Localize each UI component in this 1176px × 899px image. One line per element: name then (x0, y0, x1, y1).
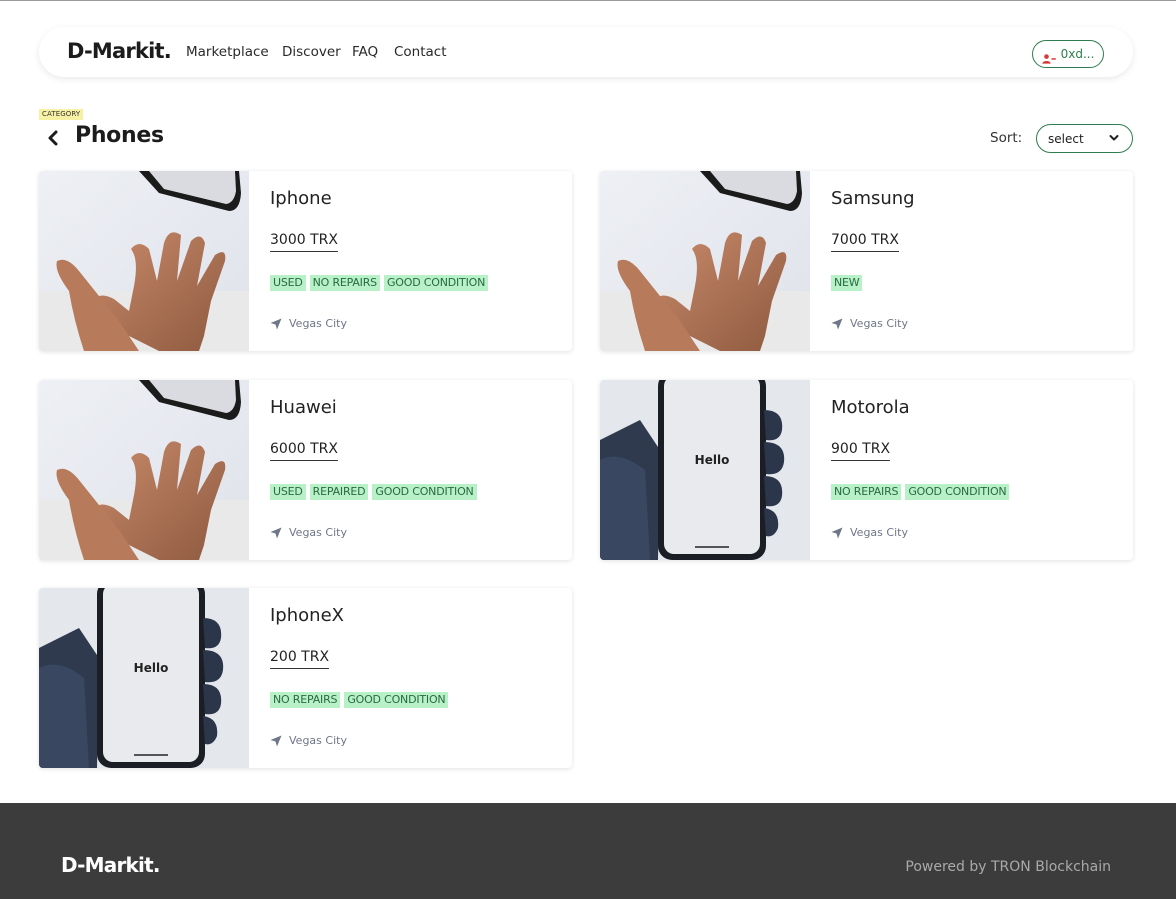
product-title[interactable]: Motorola (831, 397, 910, 418)
condition-tag: GOOD CONDITION (383, 275, 489, 291)
product-location: Vegas City (831, 526, 908, 539)
open-hand-photo (39, 171, 249, 351)
chevron-left-icon (48, 130, 58, 146)
product-tags: NEW (831, 275, 863, 291)
product-title[interactable]: Iphone (270, 188, 332, 209)
product-card[interactable]: Huawei 6000 TRX USED REPAIRED GOOD CONDITION… (39, 380, 572, 560)
condition-tag: NEW (831, 275, 863, 291)
account-address: 0xd... (1060, 47, 1095, 61)
phone-screen-text: Hello (695, 453, 730, 467)
location-text: Vegas City (289, 526, 347, 539)
open-hand-photo (39, 380, 249, 560)
location-arrow-icon (270, 735, 282, 746)
phone-in-hand-photo: Hello (39, 588, 249, 768)
product-price: 7000 TRX (831, 232, 899, 252)
condition-tag: USED (270, 484, 306, 500)
sort-selected-value: select (1048, 131, 1084, 146)
location-text: Vegas City (289, 734, 347, 747)
condition-tag: NO REPAIRS (309, 275, 380, 291)
condition-tag: NO REPAIRS (831, 484, 902, 500)
category-tag: CATEGORY (39, 109, 84, 120)
product-tags: USED NO REPAIRS GOOD CONDITION (270, 275, 489, 291)
location-arrow-icon (831, 318, 843, 329)
nav-link-contact[interactable]: Contact (394, 44, 447, 60)
product-card[interactable]: Iphone 3000 TRX USED NO REPAIRS GOOD CONDITI… (39, 171, 572, 351)
product-image[interactable] (39, 380, 249, 560)
footer-brand-logo[interactable]: D-Markit. (61, 853, 160, 877)
product-location: Vegas City (270, 526, 347, 539)
product-title[interactable]: Samsung (831, 188, 915, 209)
location-text: Vegas City (850, 526, 908, 539)
product-price: 900 TRX (831, 441, 891, 461)
product-card[interactable]: Hello IphoneX 200 TRX NO REPAIRS GOOD CONDIT… (39, 588, 572, 768)
product-card[interactable]: Samsung 7000 TRX NEW Vegas City (600, 171, 1133, 351)
location-text: Vegas City (850, 317, 908, 330)
product-tags: NO REPAIRS GOOD CONDITION (831, 484, 1010, 500)
product-image[interactable]: Hello (600, 380, 810, 560)
nav-link-discover[interactable]: Discover (282, 44, 341, 60)
product-price: 6000 TRX (270, 441, 338, 461)
product-title[interactable]: IphoneX (270, 605, 344, 626)
sort-label: Sort: (990, 130, 1023, 146)
open-hand-photo (600, 171, 810, 351)
phone-in-hand-photo: Hello (600, 380, 810, 560)
nav-link-marketplace[interactable]: Marketplace (186, 44, 269, 60)
product-location: Vegas City (831, 317, 908, 330)
product-title[interactable]: Huawei (270, 397, 337, 418)
back-button[interactable] (46, 129, 60, 147)
footer: D-Markit. Powered by TRON Blockchain (0, 803, 1176, 899)
brand-logo[interactable]: D-Markit. (67, 39, 172, 63)
page-title: Phones (75, 123, 164, 148)
product-price: 200 TRX (270, 649, 330, 669)
condition-tag: USED (270, 275, 306, 291)
footer-credit: Powered by TRON Blockchain (905, 859, 1111, 875)
product-image[interactable] (600, 171, 810, 351)
sort-select[interactable]: select (1036, 124, 1133, 153)
location-arrow-icon (270, 527, 282, 538)
product-image[interactable] (39, 171, 249, 351)
condition-tag: GOOD CONDITION (372, 484, 477, 500)
product-image[interactable]: Hello (39, 588, 249, 768)
product-price: 3000 TRX (270, 232, 338, 252)
condition-tag: REPAIRED (309, 484, 369, 500)
phone-screen-text: Hello (134, 661, 169, 675)
location-arrow-icon (831, 527, 843, 538)
condition-tag: GOOD CONDITION (905, 484, 1010, 500)
product-card[interactable]: Hello Motorola 900 TRX NO REPAIRS GOOD CONDI… (600, 380, 1133, 560)
product-tags: NO REPAIRS GOOD CONDITION (270, 692, 449, 708)
product-location: Vegas City (270, 317, 347, 330)
chevron-down-icon (1109, 135, 1119, 141)
product-tags: USED REPAIRED GOOD CONDITION (270, 484, 477, 500)
condition-tag: GOOD CONDITION (344, 692, 449, 708)
account-button[interactable]: 0xd... (1032, 40, 1104, 68)
location-text: Vegas City (289, 317, 347, 330)
location-arrow-icon (270, 318, 282, 329)
product-location: Vegas City (270, 734, 347, 747)
navbar: D-Markit. Marketplace Discover FAQ Conta… (39, 27, 1133, 77)
user-minus-icon (1041, 49, 1056, 64)
condition-tag: NO REPAIRS (270, 692, 341, 708)
nav-link-faq[interactable]: FAQ (352, 44, 378, 60)
